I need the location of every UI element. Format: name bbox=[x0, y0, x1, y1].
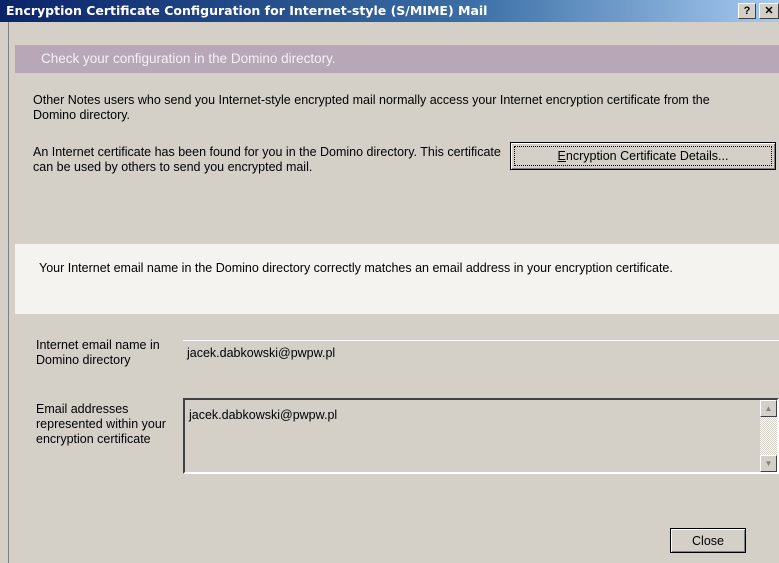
title-bar[interactable]: Encryption Certificate Configuration for… bbox=[0, 0, 779, 22]
header-text: Check your configuration in the Domino d… bbox=[41, 51, 336, 66]
email-name-field[interactable]: jacek.dabkowski@pwpw.pl bbox=[183, 342, 779, 364]
window-close-icon[interactable]: ✕ bbox=[759, 3, 779, 19]
match-status-band: Your Internet email name in the Domino d… bbox=[15, 244, 779, 314]
help-button[interactable]: ? bbox=[738, 3, 756, 19]
email-field-top-line bbox=[183, 340, 779, 341]
scroll-up-icon[interactable]: ▲ bbox=[760, 400, 777, 417]
cert-addresses-listbox[interactable]: jacek.dabkowski@pwpw.pl ▲ ▼ bbox=[183, 398, 779, 474]
header-band: Check your configuration in the Domino d… bbox=[15, 45, 779, 73]
window-title: Encryption Certificate Configuration for… bbox=[6, 3, 488, 18]
focus-rectangle bbox=[514, 146, 772, 166]
intro-text: Other Notes users who send you Internet-… bbox=[33, 93, 710, 122]
cert-addresses-label: Email addresses represented within your … bbox=[36, 402, 166, 446]
cert-address-item[interactable]: jacek.dabkowski@pwpw.pl bbox=[189, 408, 337, 422]
vertical-scrollbar[interactable]: ▲ ▼ bbox=[760, 400, 777, 472]
email-name-value: jacek.dabkowski@pwpw.pl bbox=[187, 346, 336, 360]
encryption-certificate-details-button[interactable]: Encryption Certificate Details... bbox=[510, 142, 776, 170]
match-status-text: Your Internet email name in the Domino d… bbox=[39, 261, 673, 275]
email-name-label: Internet email name in Domino directory bbox=[36, 338, 160, 367]
scroll-down-icon[interactable]: ▼ bbox=[760, 455, 777, 472]
certificate-found-text: An Internet certificate has been found f… bbox=[33, 145, 501, 174]
dialog-window: Encryption Certificate Configuration for… bbox=[0, 0, 779, 563]
close-button[interactable]: Close bbox=[670, 528, 746, 553]
window-left-border bbox=[0, 22, 9, 563]
